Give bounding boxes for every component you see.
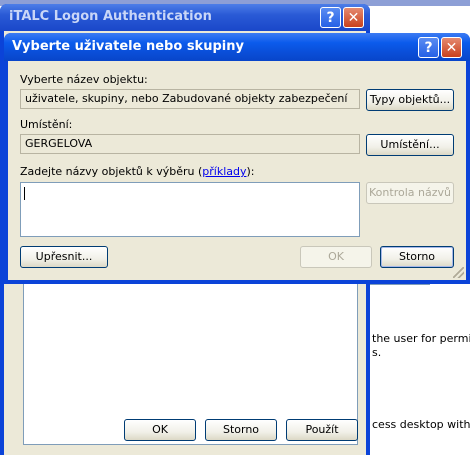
dialog-close-button[interactable]: ✕ <box>441 37 462 58</box>
dialog-ok-button[interactable]: OK <box>300 246 372 268</box>
italc-cancel-button[interactable]: Storno <box>205 419 277 441</box>
italc-help-button[interactable]: ? <box>320 7 341 28</box>
dialog-client-area: Vyberte název objektu: uživatele, skupin… <box>8 61 466 280</box>
italc-window-title: iTALC Logon Authentication <box>9 9 212 24</box>
background-text-line-2: s. <box>372 346 382 359</box>
advanced-button[interactable]: Upřesnit... <box>20 246 108 268</box>
object-type-field: uživatele, skupiny, nebo Zabudované obje… <box>20 89 360 109</box>
locations-button[interactable]: Umístění... <box>366 134 454 156</box>
background-text-line-1: the user for permissi <box>372 332 470 345</box>
resize-grip[interactable] <box>453 267 464 278</box>
location-field: GERGELOVA <box>20 134 360 154</box>
dialog-title: Vyberte uživatele nebo skupiny <box>12 39 244 54</box>
background-text-line-3: cess desktop without <box>372 418 470 431</box>
check-names-button[interactable]: Kontrola názvů <box>366 182 454 204</box>
italc-close-button[interactable]: ✕ <box>343 7 364 28</box>
text-caret <box>24 187 25 200</box>
dialog-titlebar[interactable]: Vyberte uživatele nebo skupiny ? ✕ <box>4 33 470 61</box>
dialog-help-button[interactable]: ? <box>418 37 439 58</box>
italc-titlebar[interactable]: iTALC Logon Authentication ? ✕ <box>0 4 370 31</box>
examples-link[interactable]: příklady <box>202 165 246 178</box>
location-label: Umístění: <box>20 118 73 131</box>
names-label: Zadejte názvy objektů k výběru (příklady… <box>20 165 255 178</box>
object-names-input[interactable] <box>20 182 360 237</box>
italc-ok-button[interactable]: OK <box>124 419 196 441</box>
dialog-cancel-button[interactable]: Storno <box>380 246 454 268</box>
names-label-suffix: ): <box>246 165 255 178</box>
object-types-button[interactable]: Typy objektů... <box>366 89 454 111</box>
italc-apply-button[interactable]: Použít <box>286 419 358 441</box>
object-type-label: Vyberte název objektu: <box>20 73 148 86</box>
names-label-prefix: Zadejte názvy objektů k výběru ( <box>20 165 203 178</box>
select-users-dialog: Vyberte uživatele nebo skupiny ? ✕ Vyber… <box>4 33 470 284</box>
